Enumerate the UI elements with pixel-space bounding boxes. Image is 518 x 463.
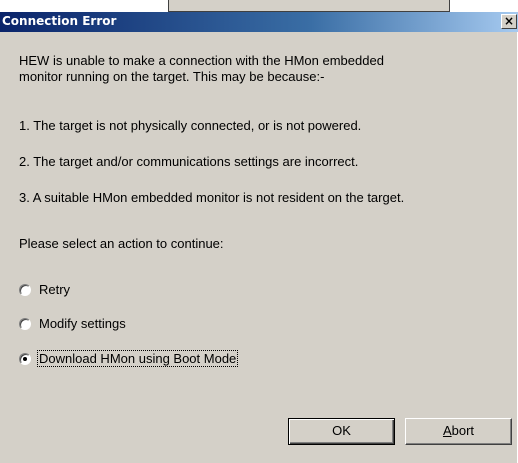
screen: Connection Error × HEW is unable to make…	[0, 0, 518, 463]
reason-2: 2. The target and/or communications sett…	[19, 154, 359, 169]
close-icon[interactable]: ×	[501, 14, 517, 29]
radio-label-download-hmon[interactable]: Download HMon using Boot Mode	[36, 350, 239, 367]
dialog-title: Connection Error	[2, 14, 117, 28]
intro-text-line-1: HEW is unable to make a connection with …	[19, 53, 384, 68]
reason-1: 1. The target is not physically connecte…	[19, 118, 362, 133]
connection-error-dialog: Connection Error × HEW is unable to make…	[0, 12, 518, 463]
ok-button[interactable]: OK	[288, 418, 395, 445]
abort-mnemonic: A	[442, 423, 452, 438]
abort-button[interactable]: Abort	[405, 418, 512, 445]
title-bar[interactable]: Connection Error ×	[0, 12, 518, 32]
action-prompt: Please select an action to continue:	[19, 236, 224, 251]
intro-text-line-2: monitor running on the target. This may …	[19, 69, 325, 84]
radio-label-retry[interactable]: Retry	[38, 282, 71, 297]
radio-button-download-hmon[interactable]	[19, 353, 31, 365]
background-window	[168, 0, 450, 12]
radio-button-retry[interactable]	[19, 284, 31, 296]
radio-button-modify-settings[interactable]	[19, 318, 31, 330]
abort-label: bort	[451, 423, 475, 438]
reason-3: 3. A suitable HMon embedded monitor is n…	[19, 190, 405, 205]
radio-label-modify-settings[interactable]: Modify settings	[38, 316, 127, 331]
